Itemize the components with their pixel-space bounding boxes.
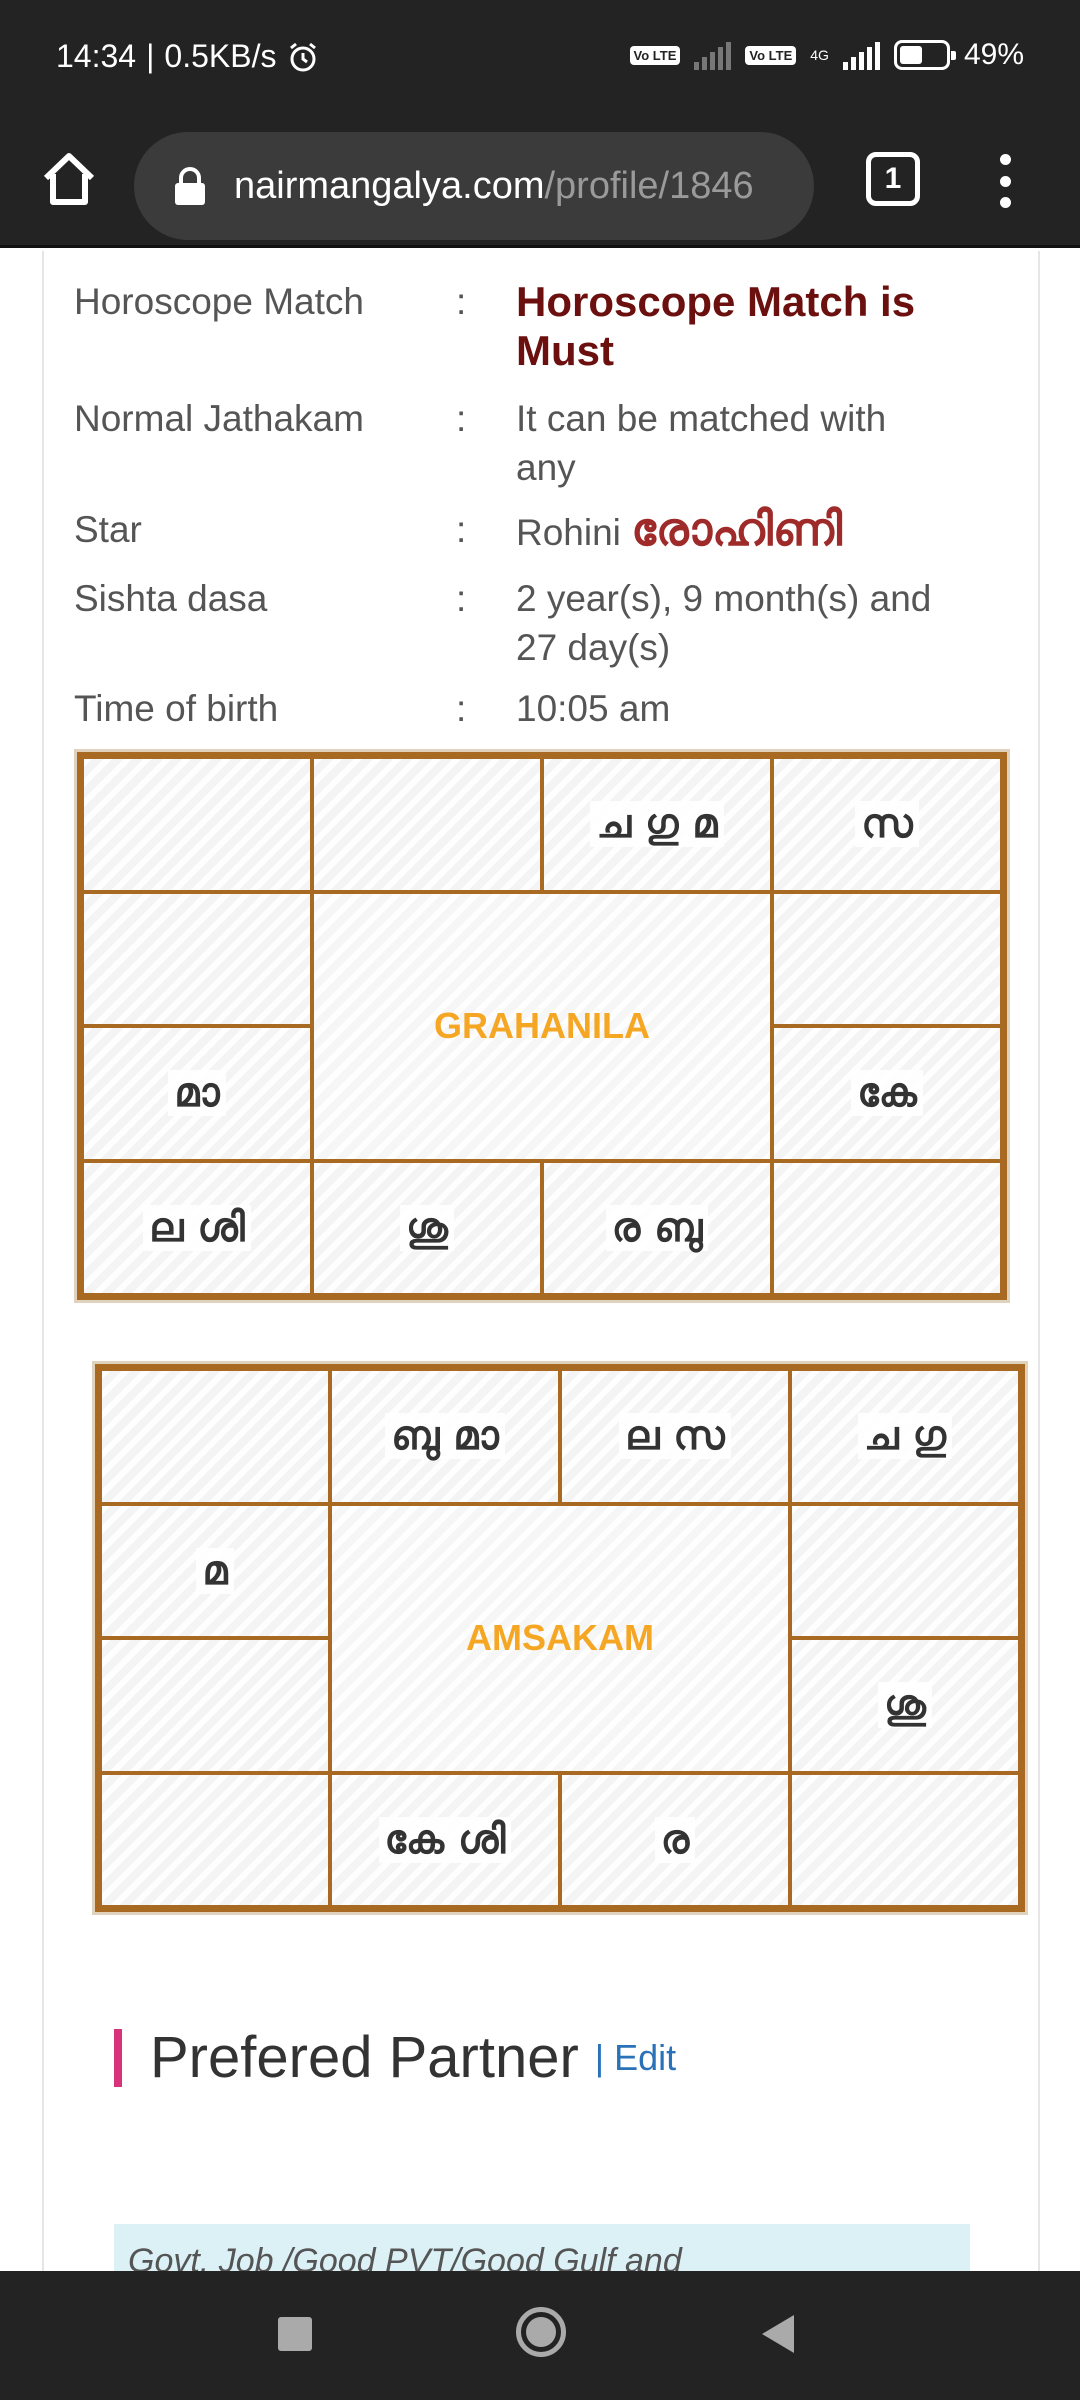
detail-label: Sishta dasa <box>74 578 268 619</box>
detail-colon: : <box>456 578 467 619</box>
grahanila-house: കേ <box>772 1026 1002 1161</box>
amsakam-house: ര <box>560 1772 790 1907</box>
amsakam-house: ശു <box>790 1638 1020 1773</box>
grahanila-house: ര ബു <box>542 1160 772 1295</box>
grahanila-house: ച ഗു മ <box>542 757 772 892</box>
detail-value: 10:05 am <box>516 688 671 729</box>
amsakam-house <box>100 1772 330 1907</box>
system-nav-bar <box>0 2271 1080 2400</box>
amsakam-house <box>790 1503 1020 1638</box>
grahanila-house: മാ <box>82 1026 312 1161</box>
section-title: Prefered Partner <box>150 2025 579 2090</box>
detail-colon: : <box>456 398 467 439</box>
volte-badge-1: Vo LTE <box>629 45 681 65</box>
amsakam-house: കേ ശി <box>330 1772 560 1907</box>
amsakam-house: ല സ <box>560 1369 790 1504</box>
detail-colon: : <box>456 688 467 729</box>
grahanila-chart: ച ഗു മ സ GRAHANILA മാ കേ ല ശി ശു ര ബു <box>74 749 1010 1303</box>
signal-icon-2 <box>842 40 880 70</box>
url-text: nairmangalya.com/profile/1846 <box>234 165 754 208</box>
nav-home-icon[interactable] <box>516 2307 566 2357</box>
star-name-malayalam: രോഹിണി <box>631 503 843 555</box>
status-bar: 14:34 | 0.5KB/s Vo LTE Vo LTE 4G 49% <box>0 0 1080 118</box>
grahanila-house: സ <box>772 757 1002 892</box>
detail-value: Rohini രോഹിണി <box>516 505 936 557</box>
signal-icon-1 <box>694 40 732 70</box>
star-name: Rohini <box>516 512 621 553</box>
amsakam-title: AMSAKAM <box>330 1503 790 1773</box>
back-icon[interactable] <box>762 2315 794 2353</box>
network-type: 4G <box>810 47 829 63</box>
url-path: /profile/1846 <box>544 164 754 207</box>
profile-card: Horoscope Match : Horoscope Match is Mus… <box>42 251 1040 2271</box>
browser-toolbar: nairmangalya.com/profile/1846 1 <box>0 118 1080 248</box>
edit-link[interactable]: | Edit <box>595 2037 676 2079</box>
network-speed: 0.5KB/s <box>164 38 277 74</box>
detail-label: Horoscope Match <box>74 281 364 322</box>
battery-percent: 49% <box>963 38 1024 71</box>
detail-value: 2 year(s), 9 month(s) and 27 day(s) <box>516 578 932 668</box>
recents-icon[interactable] <box>278 2317 312 2351</box>
battery-fill <box>899 46 922 64</box>
grahanila-house <box>772 1160 1002 1295</box>
page-content: Horoscope Match : Horoscope Match is Mus… <box>0 251 1080 2271</box>
grahanila-title: GRAHANILA <box>312 891 772 1161</box>
clock: 14:34 <box>56 38 137 74</box>
url-domain: nairmangalya.com <box>234 164 545 207</box>
grahanila-house: ശു <box>312 1160 542 1295</box>
amsakam-house: മ <box>100 1503 330 1638</box>
preferred-partner-heading: Prefered Partner | Edit <box>114 2024 676 2091</box>
more-vert-icon[interactable] <box>980 146 1030 216</box>
grahanila-house <box>312 757 542 892</box>
grahanila-house <box>82 891 312 1026</box>
grahanila-grid: ച ഗു മ സ GRAHANILA മാ കേ ല ശി ശു ര ബു <box>77 752 1007 1300</box>
detail-value: It can be matched with any <box>516 398 887 488</box>
grahanila-house: ല ശി <box>82 1160 312 1295</box>
home-icon[interactable] <box>36 146 102 212</box>
grahanila-house <box>82 757 312 892</box>
heading-accent-bar <box>114 2028 122 2087</box>
alarm-icon <box>290 42 317 71</box>
detail-value: Horoscope Match is Must <box>516 278 916 374</box>
status-separator: | <box>146 38 155 74</box>
address-bar[interactable]: nairmangalya.com/profile/1846 <box>134 132 814 240</box>
battery-icon <box>893 40 956 70</box>
detail-label: Star <box>74 509 142 550</box>
amsakam-house <box>100 1638 330 1773</box>
volte-badge-2: Vo LTE <box>745 45 797 65</box>
amsakam-house <box>790 1772 1020 1907</box>
preferred-partner-text: Govt. Job /Good PVT/Good Gulf and <box>128 2242 682 2271</box>
amsakam-house: ച ഗു <box>790 1369 1020 1504</box>
tabs-icon[interactable]: 1 <box>866 152 920 206</box>
lock-icon <box>175 167 205 205</box>
amsakam-house <box>100 1369 330 1504</box>
detail-colon: : <box>456 509 467 550</box>
preferred-partner-box: Govt. Job /Good PVT/Good Gulf and <box>114 2224 970 2271</box>
detail-label: Normal Jathakam <box>74 398 364 439</box>
amsakam-grid: ബു മാ ല സ ച ഗു മ AMSAKAM ശു കേ ശി ര <box>95 1364 1025 1912</box>
grahanila-house <box>772 891 1002 1026</box>
detail-colon: : <box>456 281 467 322</box>
amsakam-house: ബു മാ <box>330 1369 560 1504</box>
status-left: 14:34 | 0.5KB/s <box>56 38 320 75</box>
amsakam-chart: ബു മാ ല സ ച ഗു മ AMSAKAM ശു കേ ശി ര <box>92 1361 1028 1915</box>
detail-label: Time of birth <box>74 688 279 729</box>
status-right: Vo LTE Vo LTE 4G 49% <box>629 38 1024 72</box>
